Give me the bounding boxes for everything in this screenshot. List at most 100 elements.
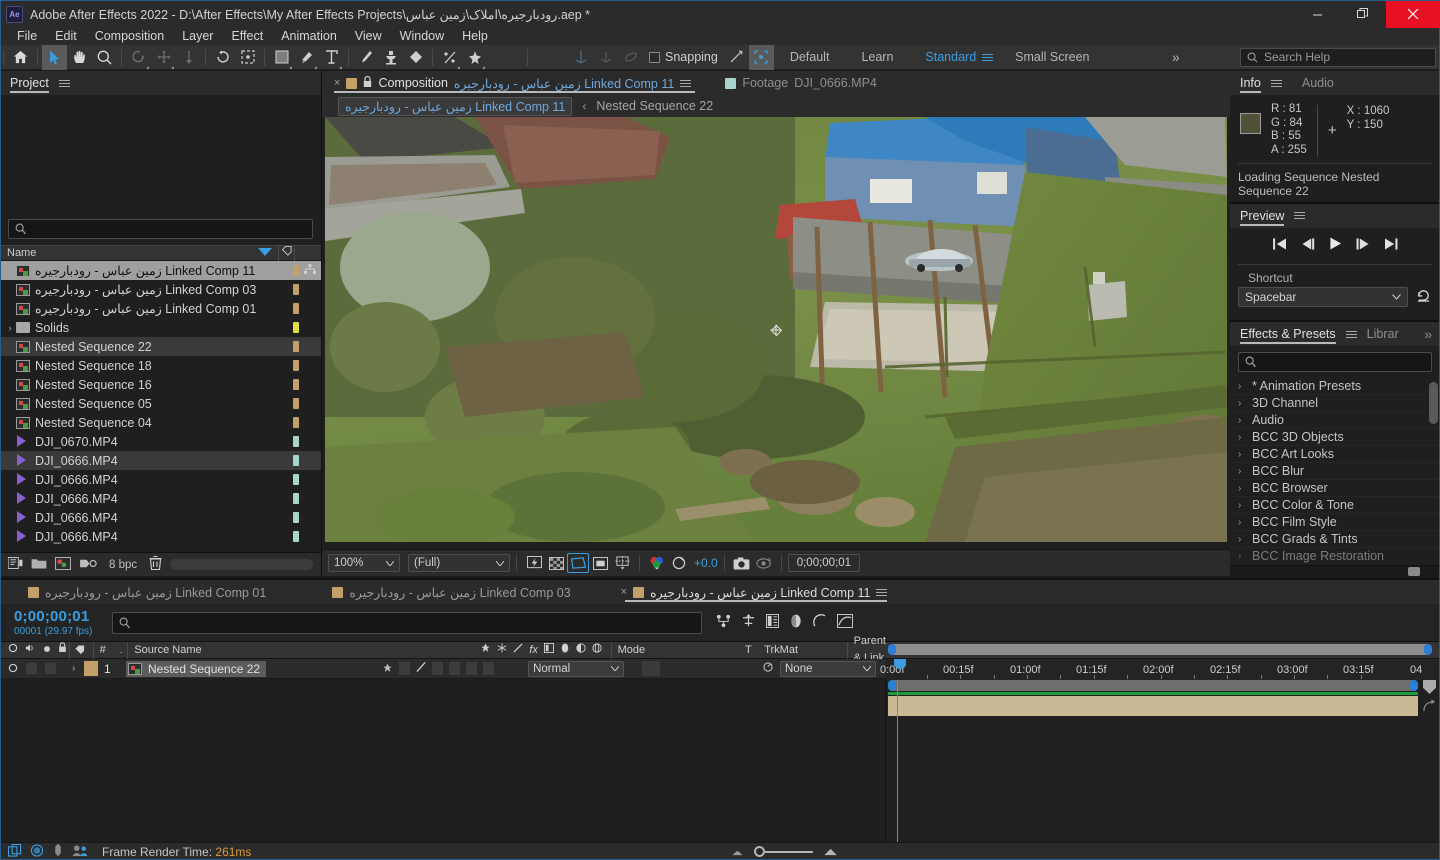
effects-list-item[interactable]: › BCC Grads & Tints xyxy=(1230,531,1440,548)
column-source-name[interactable]: Source Name xyxy=(127,641,476,659)
lock-icon[interactable] xyxy=(363,75,372,91)
snapping-toggle[interactable]: Snapping xyxy=(643,45,724,70)
chevron-right-icon[interactable]: › xyxy=(1238,483,1246,494)
project-item-9[interactable]: DJI_0670.MP4 xyxy=(0,432,321,451)
close-button[interactable] xyxy=(1386,0,1440,28)
puppet-icon[interactable] xyxy=(52,843,64,860)
effects-horizontal-scrollbar[interactable] xyxy=(1230,565,1440,576)
column-name[interactable]: Name xyxy=(0,245,282,261)
layer-row-1[interactable]: › 1 Nested Sequence 22 Normal None xyxy=(0,659,886,679)
first-frame-icon[interactable] xyxy=(1272,238,1287,250)
effects-list-item[interactable]: › * Animation Presets xyxy=(1230,378,1440,395)
adjustment-layer-icon[interactable] xyxy=(576,642,586,659)
effects-list-item[interactable]: › BCC 3D Objects xyxy=(1230,429,1440,446)
toggle-guides-icon[interactable] xyxy=(611,553,633,573)
3d-layer-icon[interactable] xyxy=(592,642,602,659)
project-horizontal-scrollbar[interactable] xyxy=(170,559,313,570)
selection-tool-icon[interactable] xyxy=(42,44,67,70)
brush-tool-icon[interactable] xyxy=(353,45,378,70)
sync-settings-icon[interactable] xyxy=(30,843,44,860)
workspace-menu-icon[interactable] xyxy=(982,53,994,61)
snapping-checkbox[interactable] xyxy=(649,51,660,63)
project-item-8[interactable]: Nested Sequence 04 xyxy=(0,413,321,432)
label-color-swatch[interactable] xyxy=(293,398,299,409)
motion-blur-icon[interactable] xyxy=(813,614,827,631)
chevron-right-icon[interactable]: › xyxy=(1238,551,1246,562)
layer-pickwhip-icon[interactable] xyxy=(1422,698,1438,714)
video-toggle-icon[interactable] xyxy=(8,642,18,659)
new-composition-icon[interactable] xyxy=(55,556,71,573)
rotation-tool-icon[interactable] xyxy=(126,45,151,70)
magnification-select[interactable]: 100% xyxy=(328,554,400,572)
label-color-swatch[interactable] xyxy=(293,284,299,295)
search-help-input[interactable]: Search Help xyxy=(1239,47,1436,67)
motion-blur-layer-icon[interactable] xyxy=(560,642,570,659)
3d-rotation-icon[interactable] xyxy=(618,45,643,70)
parent-pickwhip-icon[interactable] xyxy=(762,661,774,676)
label-color-swatch[interactable] xyxy=(293,417,299,428)
tab-libraries[interactable]: Librar xyxy=(1367,322,1399,346)
close-icon[interactable]: × xyxy=(621,586,627,598)
lock-icon[interactable] xyxy=(58,641,67,659)
effects-overflow-icon[interactable]: » xyxy=(1424,322,1432,346)
zoom-out-icon[interactable] xyxy=(731,845,744,859)
menu-view[interactable]: View xyxy=(346,28,391,45)
breadcrumb-next[interactable]: Nested Sequence 22 xyxy=(596,99,713,113)
layer-duration-bar[interactable] xyxy=(888,696,1418,716)
project-item-6[interactable]: Nested Sequence 16 xyxy=(0,375,321,394)
column-t[interactable]: T xyxy=(745,642,764,659)
label-color-swatch[interactable] xyxy=(293,341,299,352)
chevron-right-icon[interactable]: › xyxy=(1238,534,1246,545)
quality-icon[interactable] xyxy=(513,642,523,659)
timeline-layer-outliner[interactable] xyxy=(0,680,886,842)
resolution-select[interactable]: (Full) xyxy=(408,554,510,572)
viewer-stage[interactable] xyxy=(322,117,1230,549)
column-trkmat[interactable]: TrkMat xyxy=(764,642,846,659)
viewer-tab-composition[interactable]: × Composition زمین عباس - رودبارجیره Lin… xyxy=(330,71,699,95)
toggle-transparency-grid-icon[interactable] xyxy=(545,553,567,573)
frame-blend-icon[interactable] xyxy=(543,642,554,659)
new-folder-icon[interactable] xyxy=(31,557,47,572)
effects-search-input[interactable] xyxy=(1238,352,1432,372)
project-panel-menu-icon[interactable] xyxy=(58,79,70,87)
hand-tool-icon[interactable] xyxy=(67,45,92,70)
work-area-end-handle[interactable] xyxy=(1424,644,1432,655)
column-label[interactable] xyxy=(278,245,294,261)
show-snapshot-icon[interactable] xyxy=(753,553,775,573)
chevron-right-icon[interactable]: › xyxy=(1238,466,1246,477)
label-color-swatch[interactable] xyxy=(293,436,299,447)
effects-list-item[interactable]: › BCC Color & Tone xyxy=(1230,497,1440,514)
pen-tool-icon[interactable] xyxy=(294,45,319,70)
menu-window[interactable]: Window xyxy=(391,28,453,45)
timeline-current-time[interactable]: 0;00;00;01 00001 (29.97 fps) xyxy=(0,608,112,637)
tab-info[interactable]: Info xyxy=(1240,71,1261,95)
layer-mode-select[interactable]: Normal xyxy=(528,660,625,677)
label-color-swatch[interactable] xyxy=(293,455,299,466)
label-color-swatch[interactable] xyxy=(293,303,299,314)
timeline-search-input[interactable] xyxy=(112,611,702,634)
timeline-ruler[interactable]: 0:00f 00:15f 01:00f 01:15f 02:00f 02:15f… xyxy=(880,659,1440,680)
tab-effects-presets[interactable]: Effects & Presets xyxy=(1240,322,1336,346)
project-search-input[interactable] xyxy=(8,219,313,239)
label-color-swatch[interactable] xyxy=(293,493,299,504)
menu-layer[interactable]: Layer xyxy=(173,28,222,45)
eraser-tool-icon[interactable] xyxy=(403,45,428,70)
column-index[interactable]: # xyxy=(100,642,106,659)
minimize-button[interactable] xyxy=(1294,0,1340,28)
color-depth-button[interactable]: 8 bpc xyxy=(105,559,141,571)
viewer-tab-footage[interactable]: Footage DJI_0666.MP4 xyxy=(721,71,885,95)
column-mode[interactable]: Mode xyxy=(610,641,745,659)
effects-list-item[interactable]: › BCC Art Looks xyxy=(1230,446,1440,463)
render-queue-icon[interactable] xyxy=(7,843,22,860)
chevron-right-icon[interactable]: › xyxy=(1238,432,1246,443)
label-color-swatch[interactable] xyxy=(293,379,299,390)
timeline-panel-menu-icon[interactable] xyxy=(876,588,888,596)
effects-panel-menu-icon[interactable] xyxy=(1345,330,1357,338)
reset-exposure-icon[interactable] xyxy=(668,553,690,573)
label-color-swatch[interactable] xyxy=(293,512,299,523)
fast-previews-icon[interactable] xyxy=(523,553,545,573)
video-frame-preview[interactable] xyxy=(325,117,1227,542)
menu-edit[interactable]: Edit xyxy=(46,28,86,45)
solo-icon[interactable] xyxy=(43,642,51,659)
project-item-11[interactable]: DJI_0666.MP4 xyxy=(0,470,321,489)
